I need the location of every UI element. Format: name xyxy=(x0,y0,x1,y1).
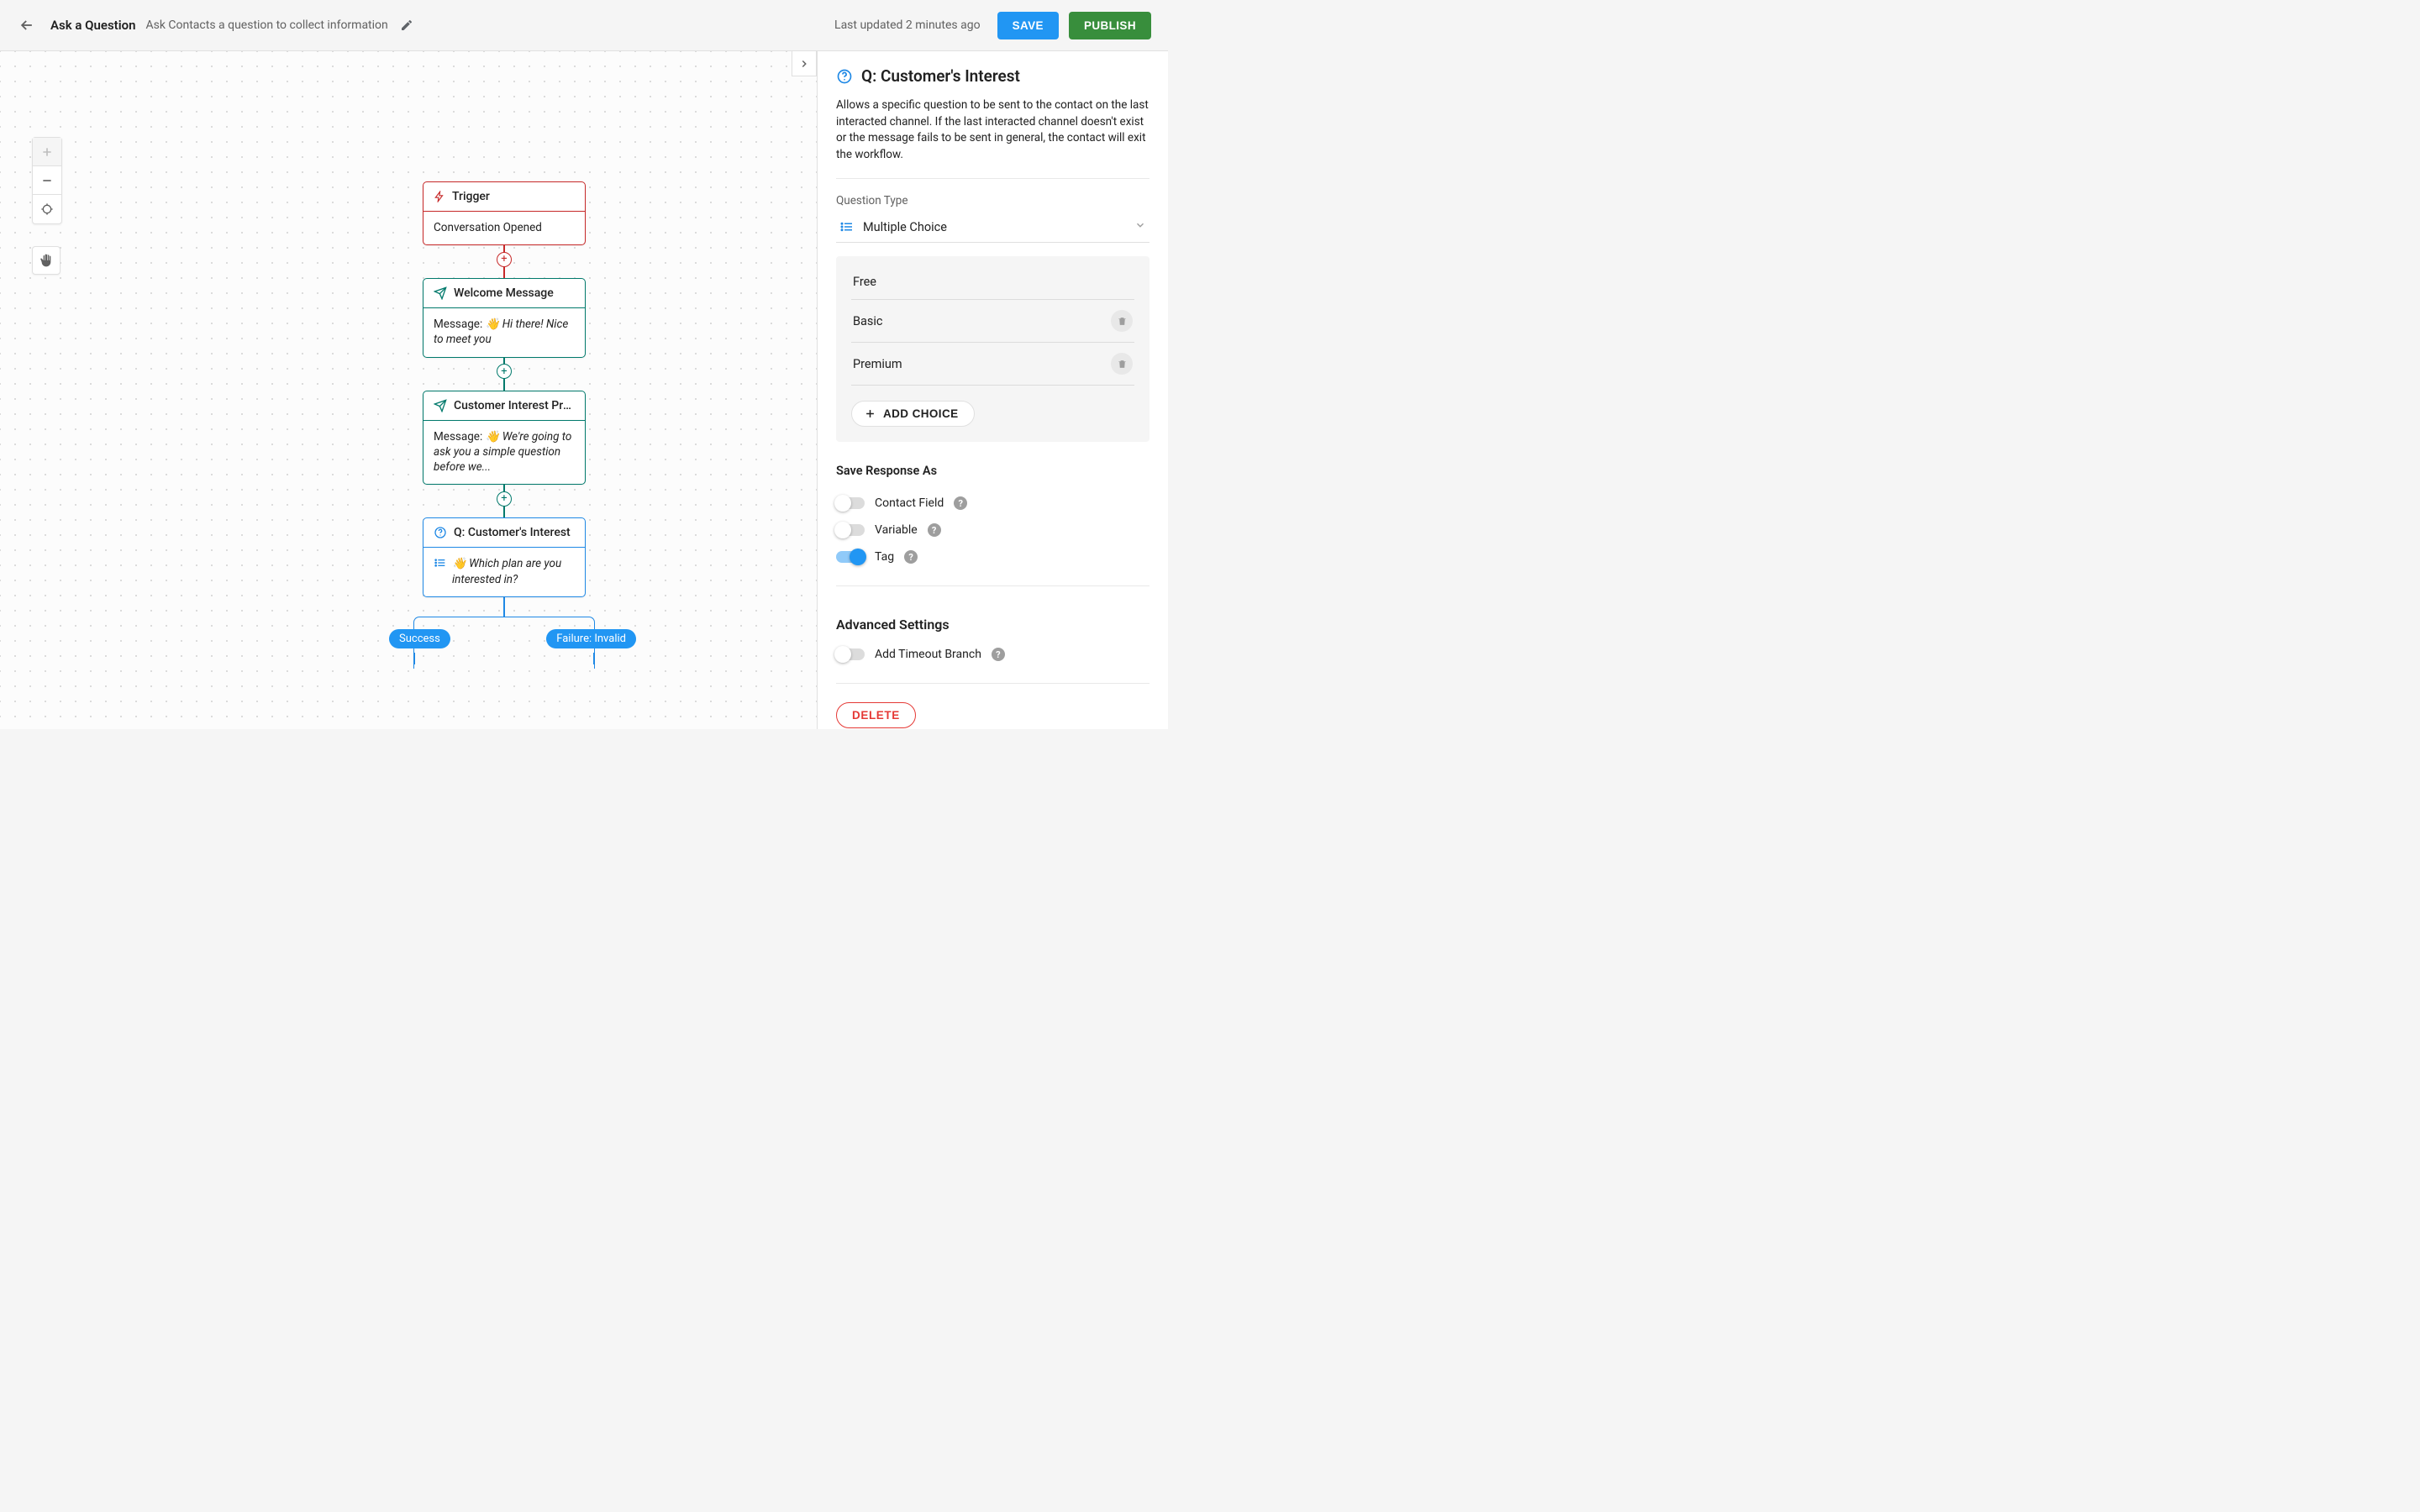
trash-icon xyxy=(1117,316,1128,327)
choice-label: Basic xyxy=(853,314,883,328)
toggle-variable[interactable] xyxy=(836,524,865,536)
toggle-variable-label: Variable xyxy=(875,523,918,537)
trash-icon xyxy=(1117,359,1128,370)
toggle-tag-label: Tag xyxy=(875,550,894,564)
toggle-variable-row: Variable ? xyxy=(836,517,1150,543)
plus-icon xyxy=(864,407,876,420)
crosshair-icon xyxy=(40,202,54,216)
add-choice-label: ADD CHOICE xyxy=(883,407,959,420)
advanced-settings-label: Advanced Settings xyxy=(836,606,1150,633)
branch-success-pill[interactable]: Success xyxy=(389,629,450,648)
pan-tool-button[interactable] xyxy=(32,246,60,275)
arrow-left-icon xyxy=(18,17,35,34)
connector: + xyxy=(503,245,505,273)
choice-label: Premium xyxy=(853,357,902,371)
toggle-contact-field[interactable] xyxy=(836,497,865,509)
toggle-timeout-branch[interactable] xyxy=(836,648,865,660)
node-trigger[interactable]: Trigger Conversation Opened xyxy=(423,181,586,245)
node-question-text: 👋 Which plan are you interested in? xyxy=(452,556,575,586)
node-question-customers-interest[interactable]: Q: Customer's Interest 👋 Which plan are … xyxy=(423,517,586,596)
help-icon[interactable]: ? xyxy=(904,550,918,564)
message-label: Message: xyxy=(434,430,482,444)
question-type-label: Question Type xyxy=(836,194,1150,207)
choice-label: Free xyxy=(853,275,876,289)
panel-title-row: Q: Customer's Interest xyxy=(836,66,1150,86)
zoom-in-button[interactable] xyxy=(33,138,61,166)
question-icon xyxy=(836,68,853,85)
node-trigger-body: Conversation Opened xyxy=(424,212,585,244)
choice-row[interactable]: Premium xyxy=(851,343,1134,386)
node-premium-title: Customer Interest Premi… xyxy=(454,399,575,412)
delete-choice-button[interactable] xyxy=(1111,310,1133,332)
node-customer-interest-premium[interactable]: Customer Interest Premi… Message: 👋 We'r… xyxy=(423,391,586,486)
add-choice-button[interactable]: ADD CHOICE xyxy=(851,401,975,427)
toggle-contact-field-row: Contact Field ? xyxy=(836,490,1150,517)
choices-list: Free Basic Premium ADD CHOICE xyxy=(836,256,1150,442)
back-button[interactable] xyxy=(17,15,37,35)
publish-button[interactable]: PUBLISH xyxy=(1069,12,1151,39)
branch-failure-pill[interactable]: Failure: Invalid xyxy=(546,629,636,648)
toggle-side-panel-button[interactable] xyxy=(792,51,817,76)
message-label: Message: xyxy=(434,318,482,331)
branch-box: Success Failure: Invalid xyxy=(413,617,595,669)
trigger-icon xyxy=(434,191,445,202)
node-welcome-message[interactable]: Welcome Message Message: 👋 Hi there! Nic… xyxy=(423,278,586,357)
toggle-timeout-row: Add Timeout Branch ? xyxy=(836,641,1150,668)
send-icon xyxy=(434,399,447,412)
node-trigger-title: Trigger xyxy=(452,190,490,203)
page-subtitle: Ask Contacts a question to collect infor… xyxy=(145,18,387,32)
workflow-nodes: Trigger Conversation Opened + Welcome Me… xyxy=(361,181,647,669)
node-settings-panel: Q: Customer's Interest Allows a specific… xyxy=(817,51,1168,729)
app-header: Ask a Question Ask Contacts a question t… xyxy=(0,0,1168,51)
question-icon xyxy=(434,526,447,539)
add-node-button[interactable]: + xyxy=(497,364,512,379)
zoom-out-button[interactable] xyxy=(33,166,61,195)
save-button[interactable]: SAVE xyxy=(997,12,1059,39)
add-node-button[interactable]: + xyxy=(497,252,512,267)
help-icon[interactable]: ? xyxy=(928,523,941,537)
divider xyxy=(836,585,1150,586)
delete-choice-button[interactable] xyxy=(1111,353,1133,375)
connector xyxy=(593,653,595,664)
help-icon[interactable]: ? xyxy=(992,648,1005,661)
hand-icon xyxy=(39,254,53,267)
toggle-tag[interactable] xyxy=(836,551,865,563)
pencil-icon xyxy=(400,18,413,32)
toggle-tag-row: Tag ? xyxy=(836,543,1150,570)
page-title: Ask a Question xyxy=(50,18,135,33)
plus-icon xyxy=(40,145,54,159)
help-icon[interactable]: ? xyxy=(954,496,967,510)
edit-title-button[interactable] xyxy=(400,18,413,32)
divider xyxy=(836,683,1150,684)
node-question-title: Q: Customer's Interest xyxy=(454,526,571,539)
connector: + xyxy=(503,358,505,386)
chevron-down-icon xyxy=(1134,219,1146,234)
chevron-right-icon xyxy=(798,58,810,70)
save-response-as-label: Save Response As xyxy=(836,464,1150,478)
panel-title: Q: Customer's Interest xyxy=(861,66,1020,86)
connector xyxy=(503,597,505,617)
minus-icon xyxy=(40,174,54,187)
add-node-button[interactable]: + xyxy=(497,491,512,507)
panel-description: Allows a specific question to be sent to… xyxy=(836,97,1150,179)
workflow-canvas[interactable]: Trigger Conversation Opened + Welcome Me… xyxy=(0,51,817,729)
toggle-timeout-label: Add Timeout Branch xyxy=(875,648,981,661)
list-icon xyxy=(434,556,447,570)
connector xyxy=(413,653,415,664)
fit-view-button[interactable] xyxy=(33,195,61,223)
last-updated-text: Last updated 2 minutes ago xyxy=(834,18,981,32)
connector xyxy=(503,386,505,391)
list-icon xyxy=(839,219,855,234)
delete-node-button[interactable]: DELETE xyxy=(836,702,916,728)
connector: + xyxy=(503,485,505,512)
question-type-value: Multiple Choice xyxy=(863,220,947,234)
zoom-controls xyxy=(32,137,62,224)
toggle-contact-field-label: Contact Field xyxy=(875,496,944,510)
question-type-select[interactable]: Multiple Choice xyxy=(836,214,1150,243)
choice-row[interactable]: Basic xyxy=(851,300,1134,343)
choice-row[interactable]: Free xyxy=(851,275,1134,300)
node-welcome-title: Welcome Message xyxy=(454,286,554,300)
send-icon xyxy=(434,286,447,300)
